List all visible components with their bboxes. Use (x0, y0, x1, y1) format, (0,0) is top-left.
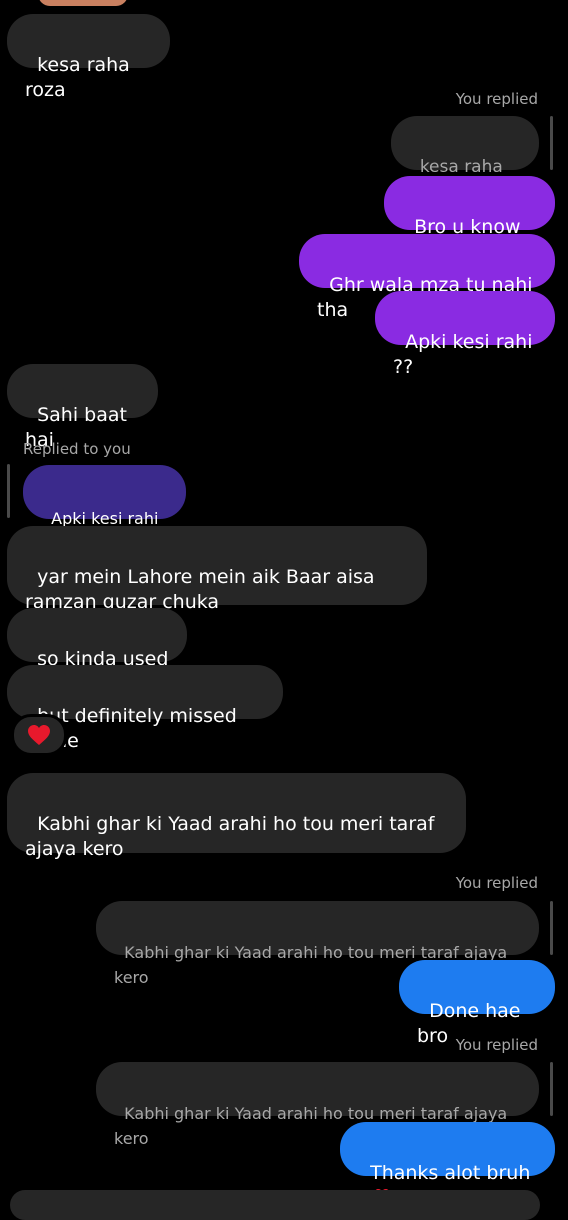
reply-label: You replied (455, 874, 538, 892)
message-text: kesa raha roza (25, 54, 136, 101)
next-message-edge (10, 1190, 540, 1220)
incoming-message[interactable]: so kinda used to (7, 608, 187, 695)
reaction-badge[interactable] (11, 714, 67, 756)
quoted-message[interactable]: kesa raha roza (391, 116, 539, 202)
heart-icon (28, 725, 50, 745)
reply-label: You replied (455, 1036, 538, 1054)
outgoing-message[interactable]: Ghr wala mza tu nahi tha (299, 234, 555, 321)
previous-message-edge (38, 0, 128, 6)
message-text: Kabhi ghar ki Yaad arahi ho tou meri tar… (25, 813, 441, 860)
quoted-message[interactable]: Kabhi ghar ki Yaad arahi ho tou meri tar… (96, 1062, 539, 1148)
incoming-message[interactable]: Kabhi ghar ki Yaad arahi ho tou meri tar… (7, 773, 466, 860)
reply-bar (550, 901, 553, 955)
outgoing-message[interactable]: Bro u know like (384, 176, 555, 263)
reply-bar (550, 1062, 553, 1116)
incoming-message[interactable]: kesa raha roza (7, 14, 170, 101)
reply-bar (550, 116, 553, 170)
reply-bar (7, 464, 10, 518)
reply-label: Replied to you (23, 440, 131, 458)
incoming-message[interactable]: but definitely missed home (7, 665, 283, 752)
outgoing-message[interactable]: Thanks alot bruh (340, 1122, 555, 1209)
message-text: Apki kesi rahi ?? (393, 331, 539, 378)
message-text: Thanks alot bruh (370, 1162, 531, 1184)
outgoing-message[interactable]: Done hae bro (399, 960, 555, 1047)
quoted-message[interactable]: Kabhi ghar ki Yaad arahi ho tou meri tar… (96, 901, 539, 987)
quoted-message[interactable]: Apki kesi rahi ?? (23, 465, 186, 553)
incoming-message[interactable]: Sahi baat hai (7, 364, 158, 451)
reply-label: You replied (455, 90, 538, 108)
outgoing-message[interactable]: Apki kesi rahi ?? (375, 291, 555, 378)
incoming-message[interactable]: yar mein Lahore mein aik Baar aisa ramza… (7, 526, 427, 613)
message-text: yar mein Lahore mein aik Baar aisa ramza… (25, 566, 381, 613)
